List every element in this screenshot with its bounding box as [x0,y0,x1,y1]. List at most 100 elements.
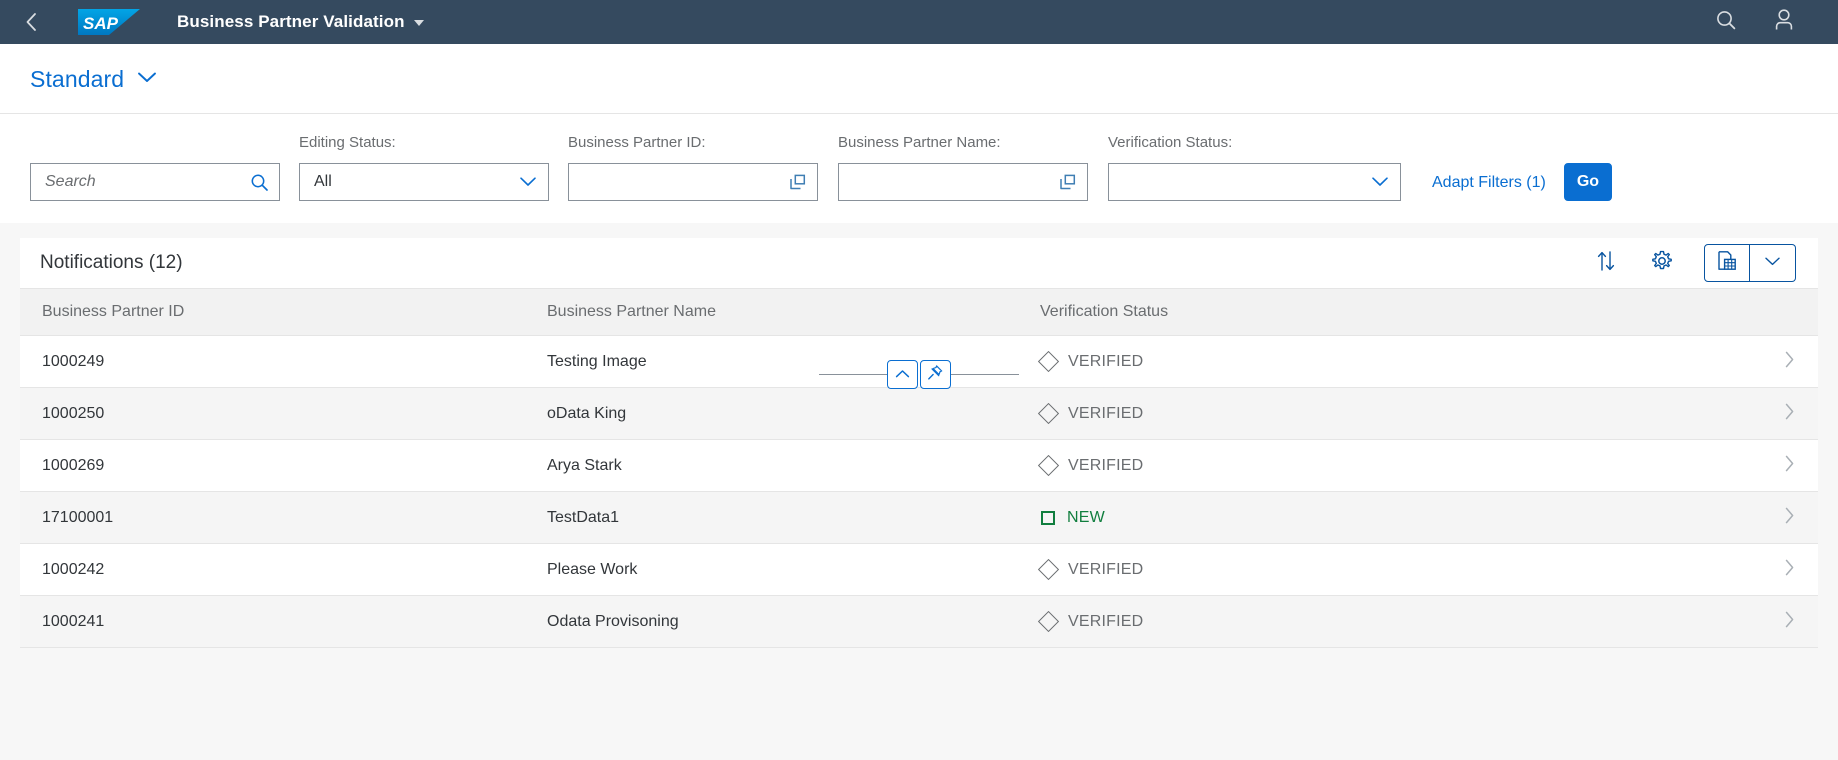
filter-bar-fields: Editing Status: All Business Partner ID: [0,114,1838,223]
diamond-outline-icon [1037,558,1060,581]
cell-business-partner-name: Please Work [525,543,1018,596]
cell-business-partner-id: 1000250 [20,387,525,440]
cell-business-partner-id: 1000241 [20,595,525,648]
notifications-table: Business Partner ID Business Partner Nam… [20,288,1818,648]
column-header-business-partner-name[interactable]: Business Partner Name [525,288,1018,336]
row-navigation-button[interactable] [1760,491,1818,544]
user-account-button[interactable] [1766,4,1802,40]
table-row[interactable]: 1000250 oData King VERIFIED [20,387,1818,440]
chevron-down-icon[interactable] [1368,170,1392,194]
variant-label: Standard [30,66,125,92]
row-navigation-button[interactable] [1760,595,1818,648]
collapse-filter-bar-button[interactable] [887,360,918,389]
column-header-verification-status[interactable]: Verification Status [1018,288,1760,336]
search-input[interactable] [45,164,241,200]
back-button[interactable] [14,5,48,39]
row-navigation-button[interactable] [1760,387,1818,440]
table-row[interactable]: 17100001 TestData1 NEW [20,491,1818,544]
row-navigation-button[interactable] [1760,439,1818,492]
business-partner-id-input[interactable] [583,164,779,200]
chevron-down-icon [137,71,157,89]
editing-status-value: All [314,173,332,190]
cell-business-partner-id: 17100001 [20,491,525,544]
shell-bar: SAP Business Partner Validation [0,0,1838,44]
square-outline-icon [1041,510,1055,525]
table-row[interactable]: 1000269 Arya Stark VERIFIED [20,439,1818,492]
search-field-wrapper[interactable] [30,163,280,201]
editing-status-select[interactable]: All [299,163,549,201]
business-partner-id-field-wrapper[interactable] [568,163,818,201]
sort-button[interactable] [1586,244,1626,282]
value-help-icon[interactable] [785,170,809,194]
export-to-spreadsheet-button[interactable] [1704,244,1750,282]
status-label: VERIFIED [1068,456,1144,474]
chevron-left-icon [23,10,40,34]
shell-title-menu[interactable]: Business Partner Validation [177,12,424,32]
filter-label-verification-status: Verification Status: [1108,134,1233,151]
diamond-outline-icon [1037,402,1060,425]
diamond-outline-icon [1037,610,1060,633]
status-badge: VERIFIED [1037,350,1760,373]
filter-bar-toggle-buttons [887,360,951,389]
search-button[interactable] [1708,4,1744,40]
variant-management-selector[interactable]: Standard [30,66,157,93]
chevron-right-icon [1783,402,1796,426]
notifications-table-card: Notifications (12) Business Partner ID B… [20,238,1818,648]
status-label: VERIFIED [1068,404,1144,422]
svg-text:SAP: SAP [83,14,119,33]
status-label: VERIFIED [1068,560,1144,578]
chevron-down-icon [1764,254,1781,272]
export-menu-button[interactable] [1750,244,1796,282]
cell-business-partner-id: 1000249 [20,335,525,388]
filter-label-business-partner-name: Business Partner Name: [838,134,1001,151]
value-help-icon[interactable] [1055,170,1079,194]
gear-icon [1651,250,1673,277]
cell-business-partner-id: 1000269 [20,439,525,492]
export-to-spreadsheet-icon [1716,250,1738,277]
table-title: Notifications (12) [40,252,183,273]
page-header: Standard [0,44,1838,113]
status-badge: VERIFIED [1037,610,1760,633]
business-partner-name-field-wrapper[interactable] [838,163,1088,201]
cell-verification-status: VERIFIED [1018,543,1760,596]
pin-filter-bar-button[interactable] [920,360,951,389]
column-header-business-partner-id[interactable]: Business Partner ID [20,288,525,336]
chevron-right-icon [1783,558,1796,582]
cell-business-partner-name: Arya Stark [525,439,1018,492]
filter-verification-status: Verification Status: [1108,134,1401,201]
page-title: Business Partner Validation [177,12,405,31]
chevron-right-icon [1783,610,1796,634]
go-button[interactable]: Go [1563,163,1613,201]
table-toolbar-actions [1570,244,1796,282]
status-badge: VERIFIED [1037,454,1760,477]
business-partner-name-input[interactable] [853,164,1049,200]
cell-business-partner-name: Odata Provisoning [525,595,1018,648]
table-settings-button[interactable] [1642,244,1682,282]
cell-verification-status: NEW [1018,491,1760,544]
column-header-navigation [1760,288,1818,336]
row-navigation-button[interactable] [1760,335,1818,388]
table-row[interactable]: 1000242 Please Work VERIFIED [20,543,1818,596]
table-row[interactable]: 1000241 Odata Provisoning VERIFIED [20,595,1818,648]
chevron-right-icon [1783,454,1796,478]
row-navigation-button[interactable] [1760,543,1818,596]
cell-verification-status: VERIFIED [1018,595,1760,648]
filter-business-partner-name: Business Partner Name: [838,134,1088,201]
diamond-outline-icon [1037,454,1060,477]
filter-label-business-partner-id: Business Partner ID: [568,134,706,151]
cell-business-partner-name: oData King [525,387,1018,440]
status-badge: VERIFIED [1037,558,1760,581]
adapt-filters-button[interactable]: Adapt Filters (1) [1432,174,1546,201]
chevron-down-icon[interactable] [516,170,540,194]
status-badge: VERIFIED [1037,402,1760,425]
pushpin-icon [927,364,944,386]
verification-status-select[interactable] [1108,163,1401,201]
cell-business-partner-id: 1000242 [20,543,525,596]
table-toolbar: Notifications (12) [20,238,1818,288]
cell-verification-status: VERIFIED [1018,439,1760,492]
filter-label-editing-status: Editing Status: [299,134,396,151]
search-icon[interactable] [247,170,271,194]
sort-icon [1596,250,1616,277]
filter-editing-status: Editing Status: All [299,134,549,201]
sap-logo: SAP [78,7,140,37]
